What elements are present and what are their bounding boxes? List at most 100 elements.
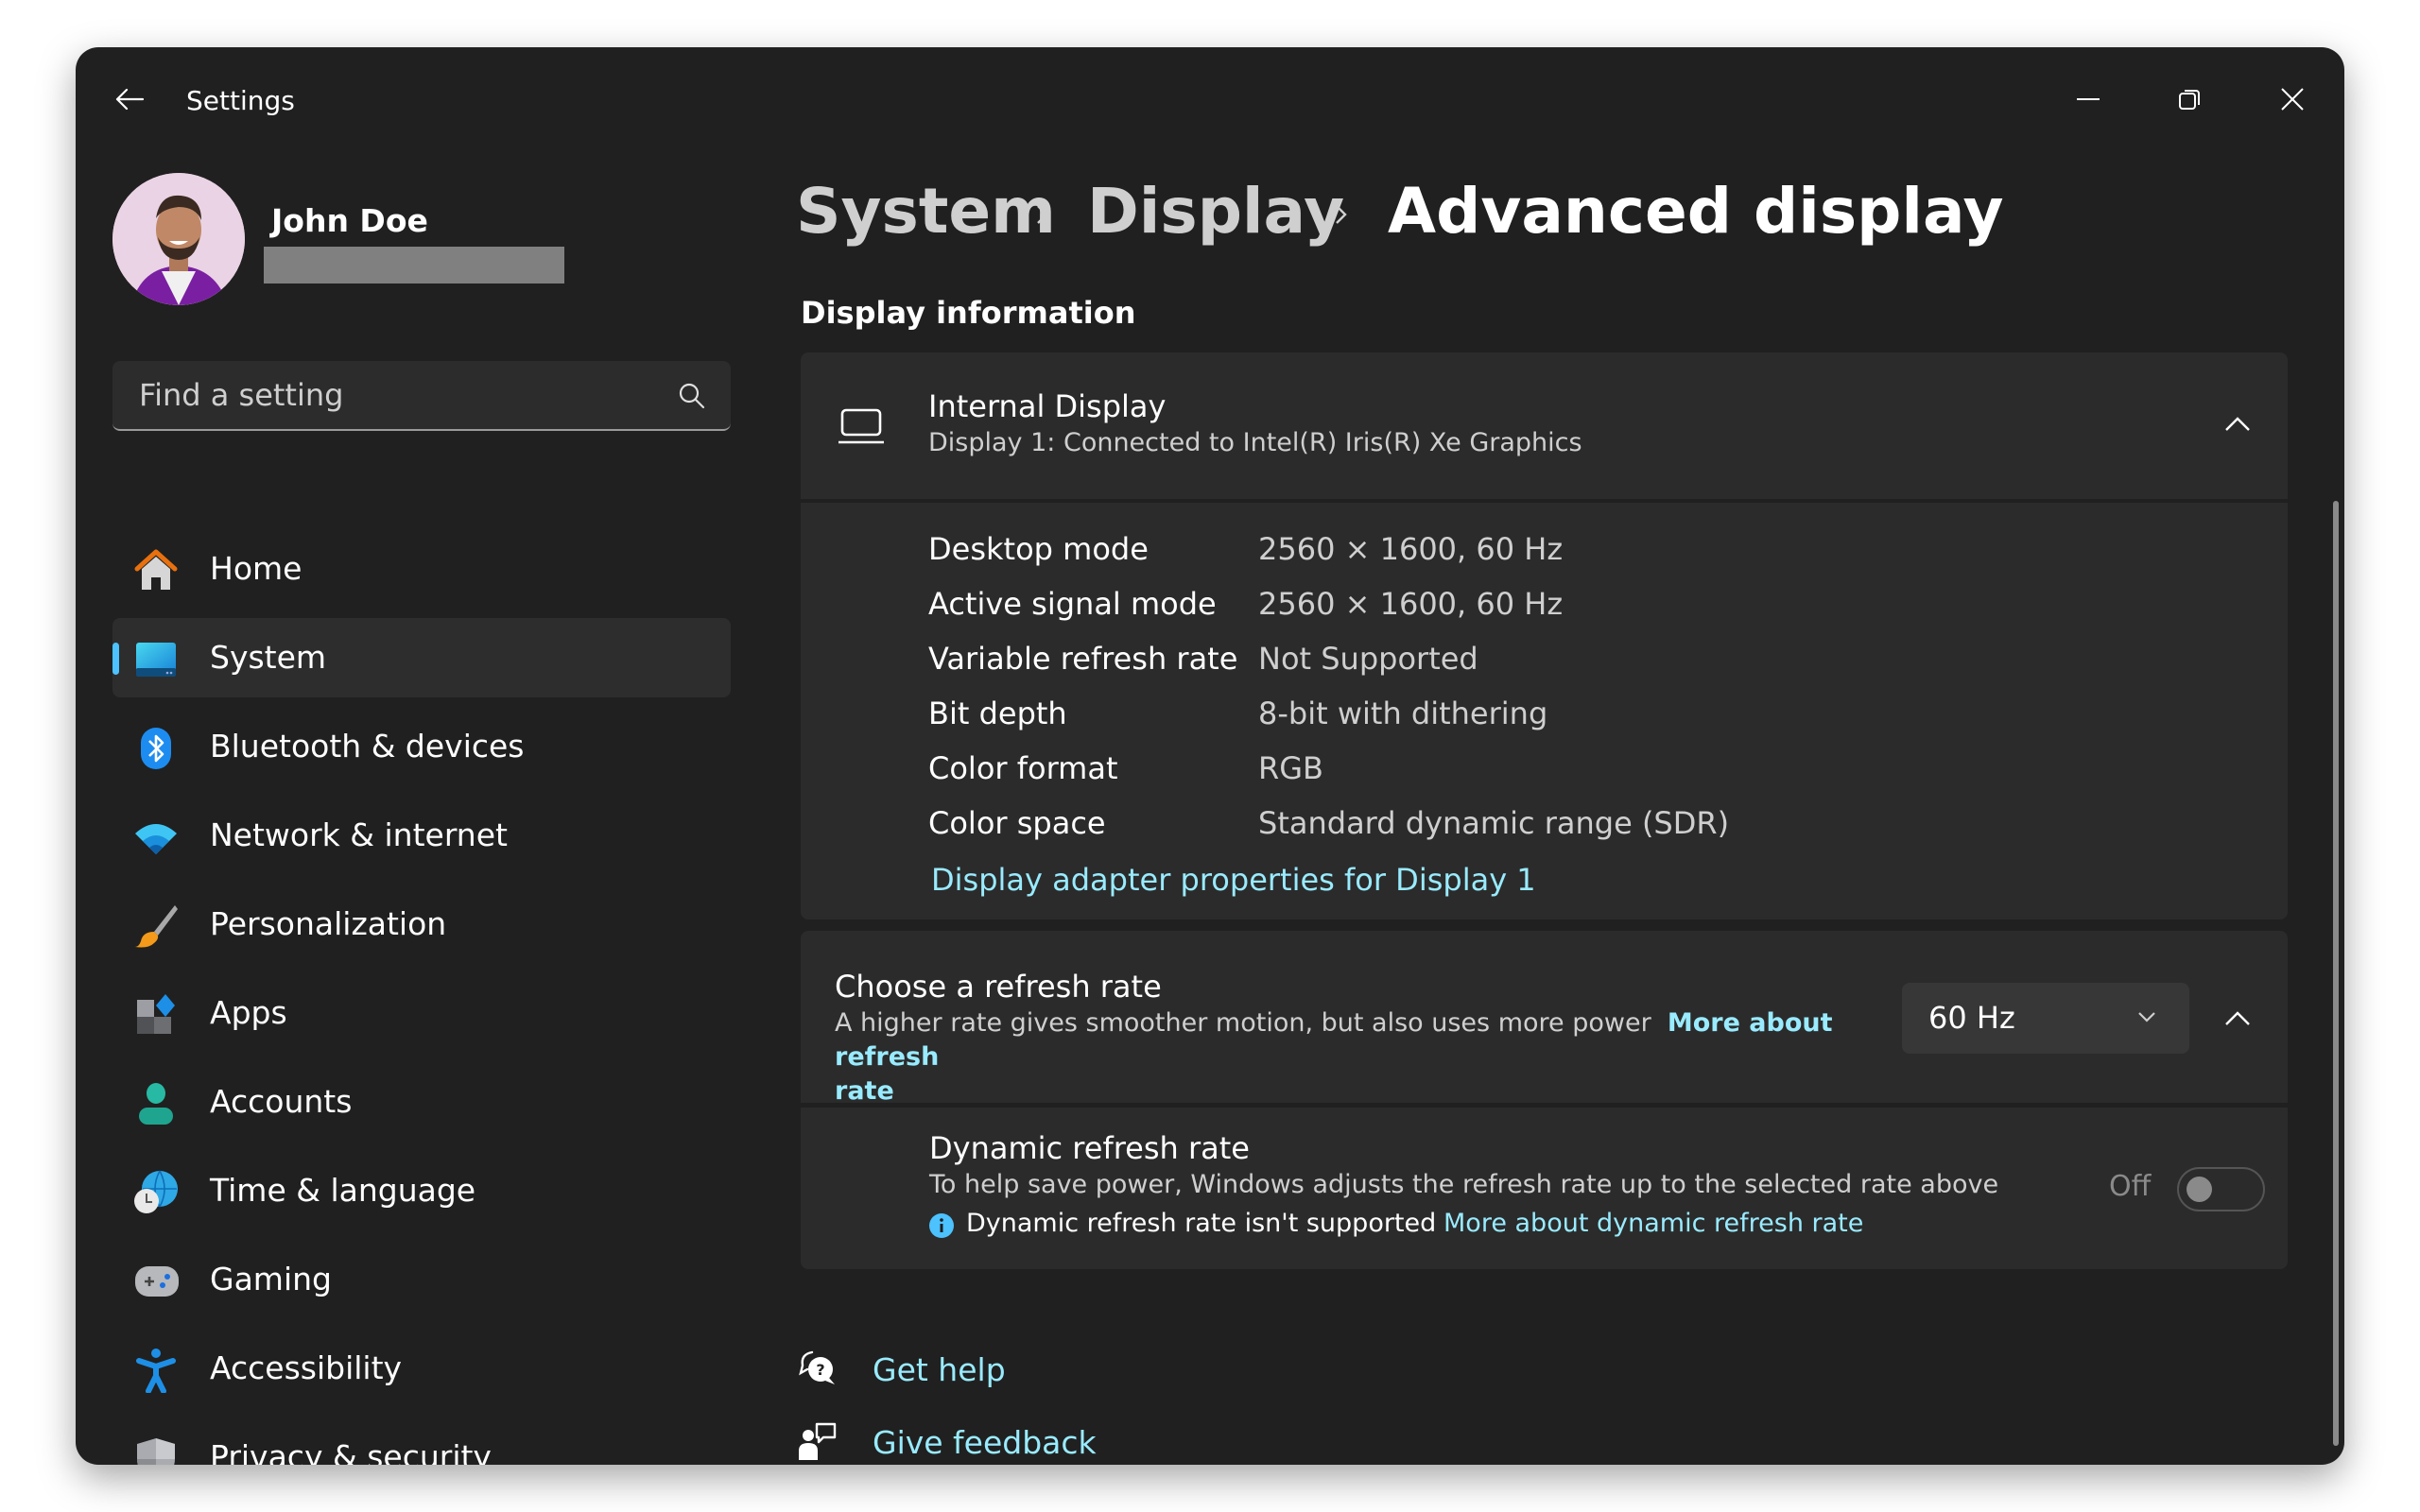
restore-icon	[2179, 90, 2200, 110]
settings-window: Settings John Doe Find a setting Home Sy…	[76, 47, 2344, 1465]
user-email-redacted	[264, 247, 564, 284]
sidebar-item-label: Personalization	[210, 905, 447, 942]
refresh-rate-description: A higher rate gives smoother motion, but…	[835, 1006, 1846, 1108]
window-title: Settings	[186, 85, 295, 116]
sidebar-item-bluetooth[interactable]: Bluetooth & devices	[112, 707, 731, 786]
scrollbar[interactable]	[2333, 501, 2339, 1446]
sidebar-item-label: Privacy & security	[210, 1438, 492, 1465]
info-value: Not Supported	[1258, 641, 1478, 677]
info-label: Active signal mode	[928, 586, 1217, 622]
toggle-knob	[2187, 1177, 2212, 1202]
brush-icon	[135, 905, 178, 948]
shield-icon	[137, 1438, 175, 1465]
info-value: 2560 × 1600, 60 Hz	[1258, 586, 1564, 622]
section-title: Display information	[801, 295, 1136, 331]
sidebar-item-label: Accessibility	[210, 1349, 403, 1386]
sidebar-item-label: Time & language	[210, 1172, 476, 1209]
search-input[interactable]	[137, 374, 651, 416]
dynamic-refresh-description: To help save power, Windows adjusts the …	[929, 1170, 1999, 1199]
svg-text:?: ?	[816, 1361, 824, 1379]
give-feedback-icon	[799, 1422, 837, 1460]
info-value: RGB	[1258, 750, 1323, 786]
user-avatar[interactable]	[112, 173, 245, 305]
wifi-icon	[135, 824, 177, 854]
refresh-rate-card: Choose a refresh rate A higher rate give…	[801, 931, 2288, 1106]
info-value: Standard dynamic range (SDR)	[1258, 805, 1730, 841]
search-icon[interactable]	[678, 382, 706, 410]
give-feedback-link[interactable]: Give feedback	[873, 1424, 1097, 1461]
sidebar-item-label: System	[210, 639, 327, 676]
info-icon	[929, 1213, 954, 1238]
breadcrumb-system[interactable]: System	[796, 175, 1056, 248]
sidebar-item-accessibility[interactable]: Accessibility	[112, 1329, 731, 1408]
close-button[interactable]	[2264, 76, 2321, 123]
bluetooth-icon	[141, 728, 171, 769]
refresh-rate-title: Choose a refresh rate	[835, 969, 1162, 1005]
sidebar-item-apps[interactable]: Apps	[112, 973, 731, 1053]
back-button[interactable]	[113, 83, 146, 115]
dynamic-refresh-title: Dynamic refresh rate	[929, 1130, 1250, 1166]
info-value: 8-bit with dithering	[1258, 696, 1548, 731]
more-about-dynamic-refresh-link[interactable]: More about dynamic refresh rate	[1443, 1209, 1863, 1238]
dynamic-refresh-toggle[interactable]	[2177, 1167, 2265, 1211]
sidebar-item-label: Gaming	[210, 1261, 332, 1297]
close-icon	[2281, 88, 2304, 111]
display-name: Internal Display	[928, 388, 1167, 424]
info-label: Variable refresh rate	[928, 641, 1238, 677]
restore-button[interactable]	[2162, 76, 2219, 123]
refresh-rate-dropdown[interactable]: 60 Hz	[1902, 983, 2189, 1054]
gamepad-icon	[135, 1266, 179, 1297]
active-indicator	[112, 643, 119, 675]
internal-display-header[interactable]: Internal Display Display 1: Connected to…	[801, 352, 2288, 499]
system-icon	[136, 643, 176, 677]
chevron-up-icon[interactable]	[2223, 1008, 2252, 1029]
get-help-icon: ?	[799, 1350, 835, 1384]
link-text: rate	[835, 1076, 894, 1106]
account-icon	[139, 1083, 173, 1125]
sidebar-item-label: Accounts	[210, 1083, 353, 1120]
refresh-rate-selected: 60 Hz	[1928, 1000, 2015, 1036]
dynamic-refresh-card: Dynamic refresh rate To help save power,…	[801, 1108, 2288, 1269]
sidebar-item-privacy[interactable]: Privacy & security	[112, 1418, 731, 1465]
time-language-icon	[134, 1170, 178, 1213]
info-label: Bit depth	[928, 696, 1067, 731]
chevron-up-icon[interactable]	[2223, 414, 2252, 435]
sidebar-item-accounts[interactable]: Accounts	[112, 1062, 731, 1142]
info-label: Color space	[928, 805, 1106, 841]
back-arrow-icon	[115, 88, 145, 111]
refresh-rate-description-text: A higher rate gives smoother motion, but…	[835, 1008, 1651, 1038]
display-subtitle: Display 1: Connected to Intel(R) Iris(R)…	[928, 428, 1582, 457]
sidebar-item-network[interactable]: Network & internet	[112, 796, 731, 875]
sidebar-item-label: Bluetooth & devices	[210, 728, 525, 765]
chevron-right-icon	[1037, 205, 1048, 224]
chevron-right-icon	[1336, 205, 1347, 224]
get-help-link[interactable]: Get help	[873, 1351, 1006, 1388]
minimize-button[interactable]	[2061, 76, 2118, 123]
sidebar-item-time-language[interactable]: Time & language	[112, 1151, 731, 1230]
breadcrumb-display[interactable]: Display	[1087, 175, 1344, 248]
sidebar-item-label: Network & internet	[210, 816, 508, 853]
avatar-image	[112, 173, 245, 305]
chevron-down-icon	[2138, 1012, 2155, 1022]
search-box[interactable]	[112, 361, 731, 431]
minimize-icon	[2077, 98, 2100, 100]
toggle-state-label: Off	[2109, 1170, 2152, 1203]
info-label: Color format	[928, 750, 1118, 786]
info-label: Desktop mode	[928, 531, 1149, 567]
info-value: 2560 × 1600, 60 Hz	[1258, 531, 1564, 567]
display-adapter-link[interactable]: Display adapter properties for Display 1	[931, 862, 1536, 898]
sidebar-item-label: Home	[210, 550, 302, 587]
sidebar-item-personalization[interactable]: Personalization	[112, 885, 731, 964]
sidebar-item-label: Apps	[210, 994, 287, 1031]
laptop-icon	[838, 408, 884, 444]
accessibility-icon	[136, 1349, 176, 1393]
apps-icon	[137, 994, 175, 1034]
sidebar-item-home[interactable]: Home	[112, 529, 731, 609]
home-icon	[134, 549, 178, 590]
user-name: John Doe	[271, 202, 428, 239]
display-info-details: Desktop mode 2560 × 1600, 60 Hz Active sig…	[801, 503, 2288, 919]
sidebar-item-system[interactable]: System	[112, 618, 731, 697]
page-title: Advanced display	[1388, 175, 2004, 248]
sidebar-item-gaming[interactable]: Gaming	[112, 1240, 731, 1319]
dynamic-refresh-notice: Dynamic refresh rate isn't supported	[966, 1209, 1437, 1238]
